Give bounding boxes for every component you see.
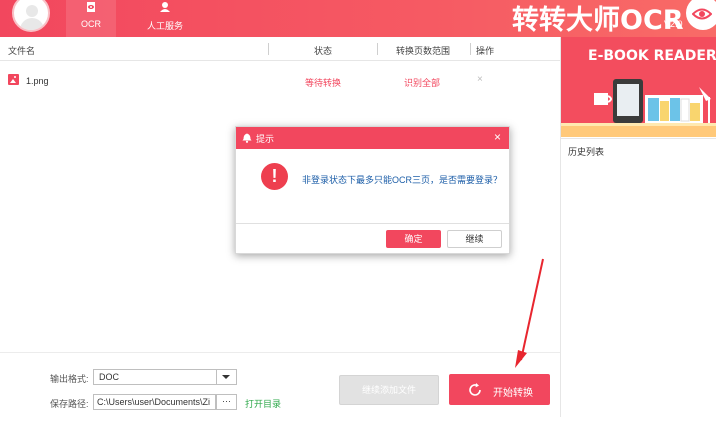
close-icon[interactable]: ×: [494, 130, 501, 144]
history-list-label: 历史列表: [568, 147, 605, 157]
app-window: OCR 人工服务 转转大师OCR V2.0 文件名 状态 转换页数范围 操作 1…: [0, 0, 716, 426]
delete-file-button[interactable]: ×: [477, 74, 483, 85]
history-divider: [560, 138, 716, 139]
dialog-title-bar: 提示 ×: [236, 127, 509, 149]
output-format-value: DOC: [99, 372, 119, 382]
refresh-icon: [469, 383, 481, 396]
nav-label-service: 人工服务: [146, 21, 183, 31]
save-path-label: 保存路径:: [50, 399, 89, 409]
table-row[interactable]: 1.png 等待转换 识别全部 ×: [0, 70, 560, 94]
nav-item-ocr[interactable]: OCR: [66, 0, 116, 37]
login-prompt-dialog: 提示 × ! 非登录状态下最多只能OCR三页，是否需要登录？ 确定 继续: [235, 126, 510, 254]
dialog-message: 非登录状态下最多只能OCR三页，是否需要登录？: [302, 175, 503, 185]
ebook-readers-banner[interactable]: E-BOOK READERS: [561, 37, 716, 137]
alert-icon: !: [261, 163, 288, 190]
output-format-label: 输出格式:: [50, 374, 89, 384]
bookshelf-illustration: [561, 79, 716, 137]
bottom-divider: [0, 352, 560, 353]
column-divider[interactable]: [470, 43, 471, 55]
file-table-header: 文件名 状态 转换页数范围 操作: [0, 37, 560, 61]
browse-path-button[interactable]: ···: [216, 394, 237, 410]
start-convert-label: 开始转换: [493, 388, 533, 399]
nav-label-ocr: OCR: [81, 19, 101, 29]
column-header-status: 状态: [314, 46, 333, 56]
select-separator: [216, 370, 217, 384]
file-status: 等待转换: [305, 78, 342, 88]
page-range-selector[interactable]: 识别全部: [404, 76, 440, 89]
column-header-filename: 文件名: [8, 46, 36, 56]
nav-item-human-service[interactable]: 人工服务: [140, 0, 190, 37]
open-directory-link[interactable]: 打开目录: [245, 397, 281, 410]
start-convert-button[interactable]: 开始转换: [449, 374, 550, 405]
brand-logo-text: 转转大师OCR: [512, 5, 684, 36]
file-name: 1.png: [26, 76, 49, 86]
eye-icon: [692, 8, 712, 20]
dialog-title: 提示: [256, 134, 275, 144]
dialog-footer-divider: [236, 223, 509, 224]
confirm-login-button[interactable]: 确定: [386, 230, 441, 248]
eye-document-icon: [87, 2, 95, 12]
column-divider[interactable]: [268, 43, 269, 55]
image-file-icon: [8, 74, 19, 85]
column-header-page-range: 转换页数范围: [396, 46, 451, 56]
continue-button[interactable]: 继续: [447, 230, 502, 248]
avatar-head-shape: [26, 5, 38, 17]
bell-icon: [242, 133, 252, 143]
save-path-value: C:\Users\user\Documents\Zi: [97, 397, 211, 407]
person-service-icon: [160, 2, 170, 12]
avatar-body-shape: [20, 18, 44, 30]
eye-logo-button[interactable]: [686, 0, 716, 30]
add-more-files-button[interactable]: 继续添加文件: [339, 375, 439, 405]
output-format-select[interactable]: DOC: [93, 369, 237, 385]
column-header-action: 操作: [476, 46, 495, 56]
save-path-input[interactable]: C:\Users\user\Documents\Zi: [93, 394, 216, 410]
chevron-down-icon[interactable]: [222, 375, 230, 379]
column-divider[interactable]: [377, 43, 378, 55]
header-bar: OCR 人工服务 转转大师OCR V2.0: [0, 0, 716, 37]
version-label: V2.0: [664, 19, 683, 29]
avatar[interactable]: [12, 0, 50, 32]
